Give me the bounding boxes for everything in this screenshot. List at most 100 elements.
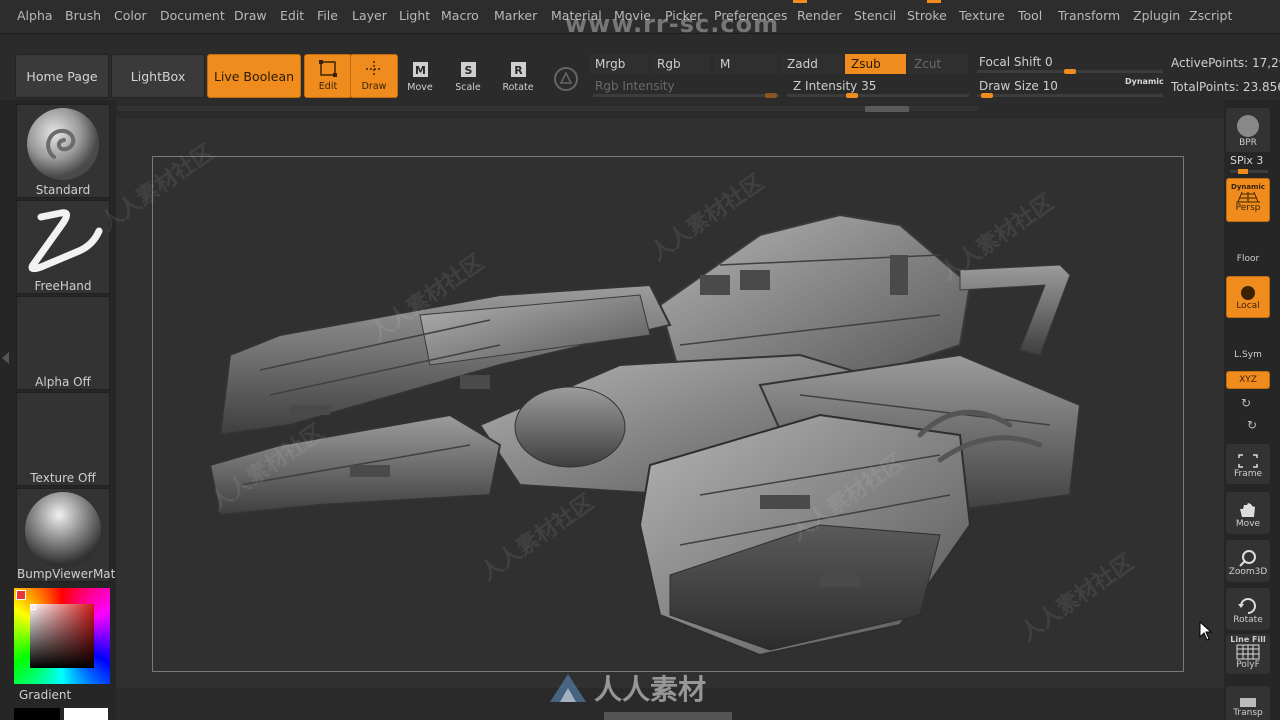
- menu-transform[interactable]: Transform: [1058, 8, 1120, 23]
- persp-button[interactable]: Dynamic Persp: [1226, 178, 1270, 222]
- transp-button[interactable]: Transp: [1226, 686, 1270, 720]
- polyf-button[interactable]: Line Fill PolyF: [1226, 634, 1270, 674]
- bpr-button[interactable]: BPR: [1226, 108, 1270, 152]
- menu-light[interactable]: Light: [399, 8, 430, 23]
- hand-icon: [1240, 503, 1255, 517]
- floor-label: Floor: [1236, 254, 1260, 264]
- menu-indicator: [927, 0, 941, 3]
- alpha-selector[interactable]: Alpha Off: [16, 296, 110, 390]
- menu-zscript[interactable]: Zscript: [1189, 8, 1232, 23]
- spix-slider[interactable]: SPix 3: [1230, 154, 1263, 167]
- primary-color-swatch[interactable]: [16, 590, 26, 600]
- menu-alpha[interactable]: Alpha: [17, 8, 53, 23]
- z-intensity-track[interactable]: [787, 93, 969, 98]
- draw-button[interactable]: Draw: [350, 54, 398, 98]
- spix-knob[interactable]: [1238, 169, 1248, 174]
- focal-shift-track[interactable]: [977, 69, 1163, 74]
- menu-marker[interactable]: Marker: [494, 8, 537, 23]
- top-shelf: Home Page LightBox Live Boolean Edit Dra…: [0, 34, 1280, 116]
- xyz-button[interactable]: XYZ: [1226, 371, 1270, 389]
- rotate-y-icon[interactable]: ↻: [1241, 396, 1251, 410]
- scale-button[interactable]: S Scale: [444, 54, 492, 98]
- bottom-shelf-handle[interactable]: [604, 712, 732, 720]
- zoom3d-label: Zoom3D: [1228, 567, 1268, 577]
- menu-texture[interactable]: Texture: [959, 8, 1005, 23]
- menu-render[interactable]: Render: [797, 8, 842, 23]
- dynamic-toggle[interactable]: Dynamic: [1125, 77, 1164, 86]
- rgb-button[interactable]: Rgb: [651, 54, 711, 74]
- move-button[interactable]: M Move: [396, 54, 444, 98]
- local-button[interactable]: Local: [1226, 276, 1270, 318]
- xyz-label: XYZ: [1239, 375, 1257, 385]
- floor-button[interactable]: Floor: [1226, 238, 1270, 264]
- material-label: BumpViewerMat: [17, 567, 116, 581]
- edit-icon: [319, 60, 337, 77]
- draw-size-knob[interactable]: [981, 93, 993, 98]
- focal-shift-knob[interactable]: [1064, 69, 1076, 74]
- lsym-button[interactable]: L.Sym: [1226, 334, 1270, 360]
- color-picker[interactable]: [14, 588, 110, 684]
- draw-size-slider[interactable]: Draw Size 10: [973, 76, 1113, 96]
- rotate-button[interactable]: R Rotate: [494, 54, 542, 98]
- brush-selector[interactable]: Standard: [16, 104, 110, 198]
- material-selector[interactable]: BumpViewerMat: [16, 488, 116, 582]
- spix-track[interactable]: [1230, 169, 1268, 174]
- draw-label: Draw: [361, 81, 387, 92]
- draw-size-track[interactable]: [977, 93, 1163, 98]
- menu-color[interactable]: Color: [114, 8, 147, 23]
- edit-button[interactable]: Edit: [304, 54, 352, 98]
- rgb-intensity-knob[interactable]: [765, 93, 777, 98]
- polyf-label: PolyF: [1236, 660, 1260, 670]
- transparency-icon: [1240, 698, 1256, 707]
- polyframe-icon: [1236, 644, 1260, 660]
- menu-zplugin[interactable]: Zplugin: [1133, 8, 1180, 23]
- lsym-label: L.Sym: [1234, 350, 1262, 360]
- zadd-button[interactable]: Zadd: [781, 54, 843, 74]
- rotate-view-icon: [1238, 598, 1256, 614]
- live-boolean-button[interactable]: Live Boolean: [207, 54, 301, 98]
- menu-brush[interactable]: Brush: [65, 8, 101, 23]
- brush-label: Standard: [35, 183, 91, 197]
- zcut-button[interactable]: Zcut: [908, 54, 968, 74]
- bpr-sphere-icon: [1237, 115, 1259, 137]
- color-square[interactable]: [30, 604, 94, 668]
- zoom3d-button[interactable]: Zoom3D: [1226, 540, 1270, 582]
- svg-text:M: M: [415, 64, 426, 77]
- menu-indicator: [793, 0, 807, 3]
- z-intensity-knob[interactable]: [846, 93, 858, 98]
- main-color-swatch[interactable]: [14, 708, 60, 720]
- active-points: ActivePoints: 17,29: [1171, 56, 1280, 70]
- rgb-intensity-track[interactable]: [593, 93, 779, 98]
- color-cursor[interactable]: [30, 604, 36, 610]
- secondary-color-swatch[interactable]: [64, 708, 108, 720]
- frame-button[interactable]: Frame: [1226, 444, 1270, 484]
- menu-draw[interactable]: Draw: [234, 8, 267, 23]
- move-view-button[interactable]: Move: [1226, 492, 1270, 534]
- menu-macro[interactable]: Macro: [441, 8, 479, 23]
- menu-document[interactable]: Document: [160, 8, 225, 23]
- bpr-label: BPR: [1239, 138, 1257, 148]
- zsub-button[interactable]: Zsub: [845, 54, 906, 74]
- menu-tool[interactable]: Tool: [1018, 8, 1042, 23]
- polypaint-icon[interactable]: [553, 66, 579, 92]
- shelf-scroll-thumb[interactable]: [865, 106, 909, 112]
- total-points: TotalPoints: 23.856: [1171, 80, 1280, 94]
- collapse-arrow-icon[interactable]: [2, 352, 9, 364]
- m-button[interactable]: M: [713, 54, 777, 74]
- texture-selector[interactable]: Texture Off: [16, 392, 110, 486]
- menu-layer[interactable]: Layer: [352, 8, 387, 23]
- rotate-view-button[interactable]: Rotate: [1226, 588, 1270, 630]
- rgb-intensity-slider[interactable]: Rgb Intensity: [589, 76, 779, 96]
- rotate-z-icon[interactable]: ↻: [1247, 418, 1257, 432]
- menu-edit[interactable]: Edit: [280, 8, 304, 23]
- shelf-scroll-track[interactable]: [118, 106, 978, 111]
- persp-dynamic-label: Dynamic: [1231, 183, 1265, 191]
- menu-stroke[interactable]: Stroke: [907, 8, 947, 23]
- menu-stencil[interactable]: Stencil: [854, 8, 896, 23]
- scale-icon: S: [461, 62, 476, 77]
- mrgb-button[interactable]: Mrgb: [589, 54, 649, 74]
- z-intensity-slider[interactable]: Z Intensity 35: [787, 76, 969, 96]
- home-page-button[interactable]: Home Page: [15, 54, 109, 98]
- menu-file[interactable]: File: [317, 8, 338, 23]
- lightbox-button[interactable]: LightBox: [111, 54, 205, 98]
